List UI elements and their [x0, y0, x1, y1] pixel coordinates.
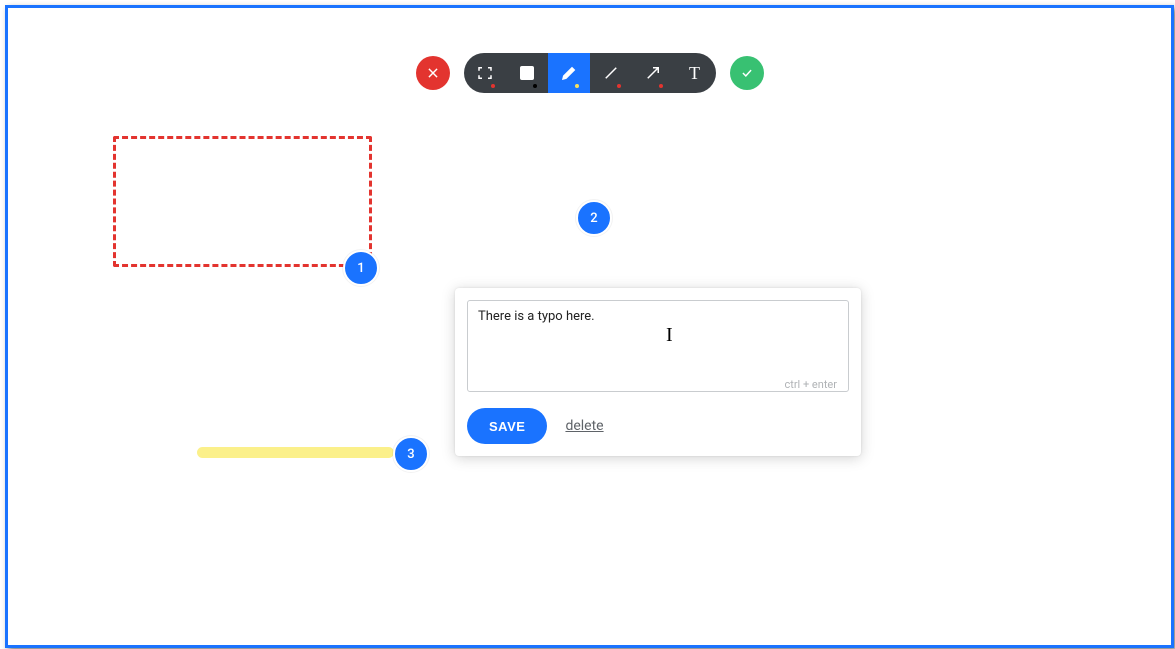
- comment-popover: ctrl + enter SAVE delete: [455, 288, 861, 456]
- comment-textarea[interactable]: [467, 300, 849, 392]
- annotation-canvas[interactable]: 1 2 3 ctrl + enter SAVE delete I: [8, 8, 1171, 645]
- save-button[interactable]: SAVE: [467, 408, 547, 444]
- comment-pin-1[interactable]: 1: [343, 250, 379, 286]
- freehand-highlight-annotation[interactable]: [197, 447, 394, 458]
- comment-pin-2[interactable]: 2: [576, 200, 612, 236]
- pin-number: 3: [407, 447, 414, 462]
- annotated-frame: T 1 2 3 ctrl + enter SAVE delete I: [5, 5, 1174, 648]
- dashed-rectangle-annotation[interactable]: [113, 136, 372, 267]
- pin-number: 1: [357, 261, 364, 276]
- comment-pin-3[interactable]: 3: [393, 436, 429, 472]
- delete-link[interactable]: delete: [565, 418, 603, 434]
- pin-number: 2: [590, 211, 597, 226]
- comment-actions: SAVE delete: [467, 408, 849, 444]
